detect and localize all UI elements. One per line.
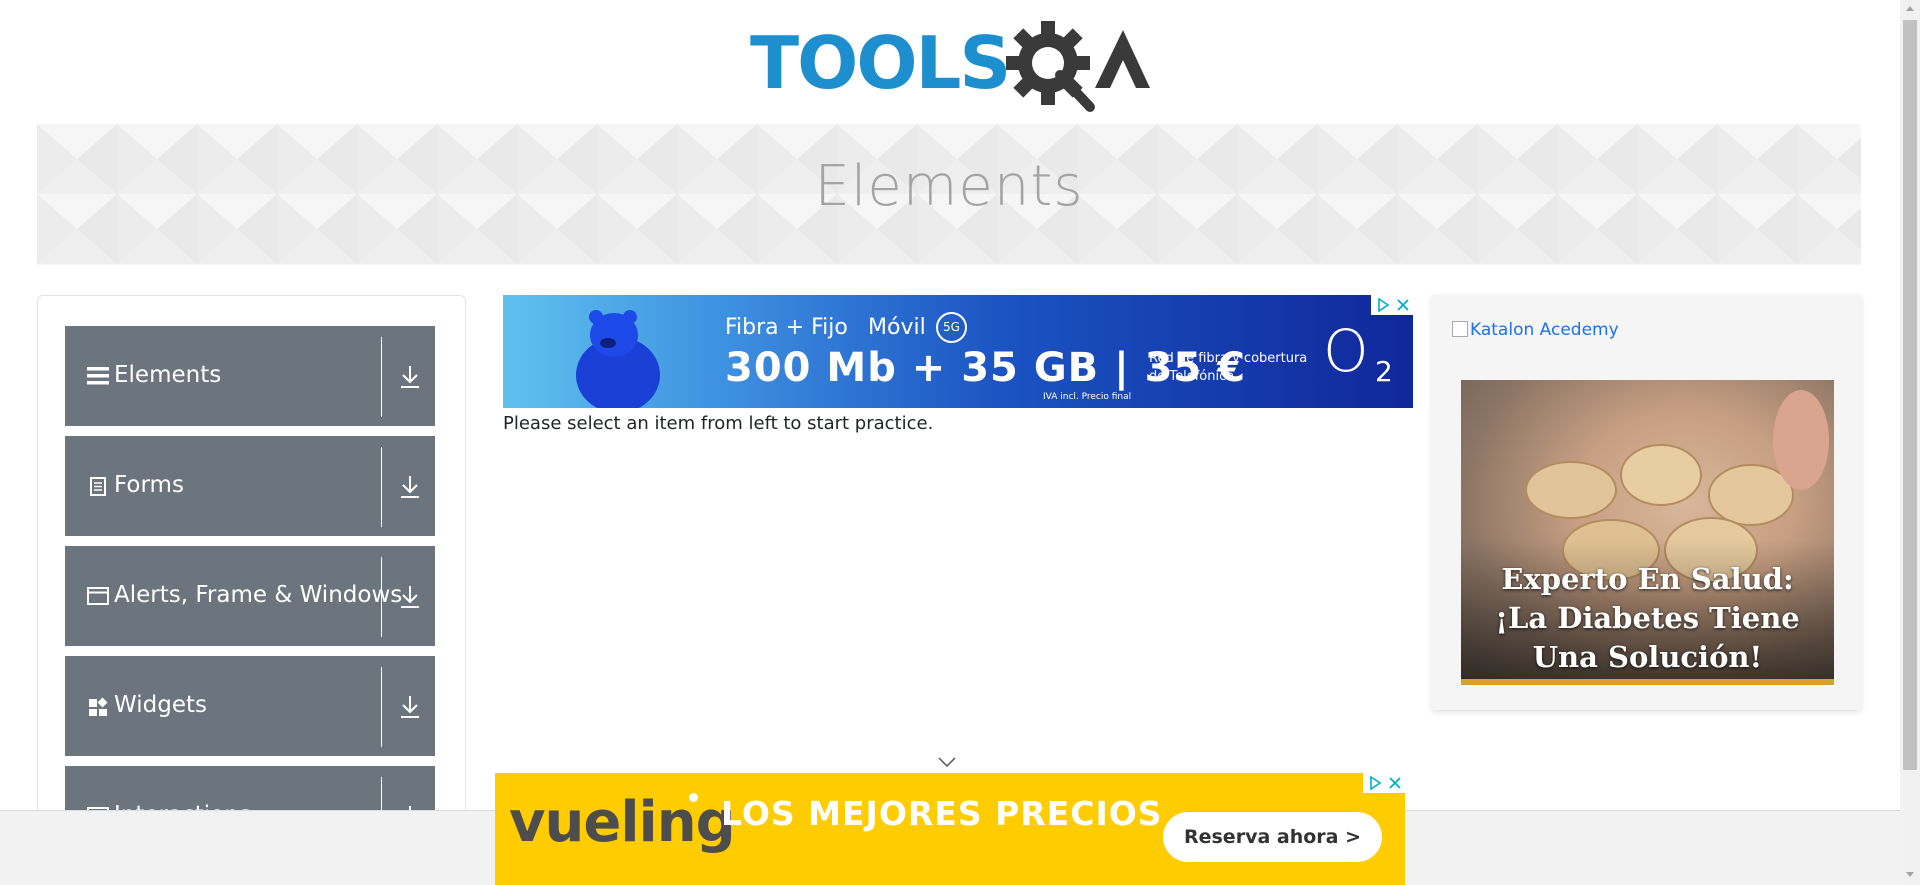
hamburger-icon: [87, 367, 109, 385]
promo-image[interactable]: Experto En Salud: ¡La Diabetes Tiene Una…: [1461, 380, 1834, 685]
right-advertisement[interactable]: Katalon Acedemy Experto En Salud: ¡La Di…: [1432, 295, 1861, 710]
separator: [381, 337, 382, 417]
group-header-widgets[interactable]: Widgets: [65, 656, 435, 756]
adchoices-icon[interactable]: [1367, 775, 1383, 791]
reserva-button[interactable]: Reserva ahora >: [1163, 812, 1382, 862]
group-header-alerts[interactable]: Alerts, Frame & Windows: [65, 546, 435, 646]
promo-headline: Experto En Salud: ¡La Diabetes Tiene Una…: [1495, 562, 1800, 674]
logo-a-glyph: [1095, 30, 1150, 88]
practice-message: Please select an item from left to start…: [503, 413, 934, 434]
katalon-ad-link[interactable]: Katalon Acedemy: [1452, 320, 1619, 340]
separator: [381, 447, 382, 527]
gear-icon: [1006, 21, 1095, 112]
ad-5g-badge: 5G: [936, 312, 967, 343]
logo-tools-text: TOOLS: [750, 21, 1009, 105]
scroll-down-arrow-icon[interactable]: [1904, 868, 1916, 880]
chevron-down-icon[interactable]: [937, 756, 957, 768]
katalon-alt-text: Katalon Acedemy: [1470, 320, 1619, 340]
window-icon: [87, 587, 109, 605]
ad-fine-print: IVA incl. Precio final: [1043, 392, 1132, 402]
group-header-forms[interactable]: Forms: [65, 436, 435, 536]
ad-slogan: LOS MEJORES PRECIOS: [721, 794, 1163, 833]
download-icon: [401, 696, 419, 718]
download-icon: [401, 476, 419, 498]
download-icon: [401, 586, 419, 608]
page-banner: Elements: [37, 124, 1861, 265]
separator: [381, 667, 382, 747]
bear-mascot-image: [576, 310, 660, 408]
ad-o2-subscript: 2: [1375, 355, 1393, 388]
group-label: Forms: [114, 472, 184, 498]
group-header-elements[interactable]: Elements: [65, 326, 435, 426]
scrollbar-thumb[interactable]: [1903, 20, 1917, 770]
broken-image-icon: [1452, 321, 1468, 337]
vertical-scrollbar[interactable]: [1900, 0, 1920, 885]
ad-choices[interactable]: [1371, 295, 1413, 315]
promo-accent-bar: [1461, 679, 1834, 685]
left-panel: Elements Forms Alerts, Frame & Windows W…: [37, 295, 466, 866]
scroll-up-arrow-icon[interactable]: [1904, 3, 1916, 15]
download-icon: [401, 366, 419, 388]
vueling-logo-dot: [689, 793, 698, 802]
top-advertisement[interactable]: Fibra + Fijo Móvil 5G 300 Mb + 35 GB | 3…: [503, 295, 1413, 408]
ad-o2-logo: O: [1323, 317, 1369, 385]
document-icon: [90, 477, 106, 496]
ad-choices[interactable]: [1363, 773, 1405, 793]
ad-movil-text: Móvil: [868, 315, 926, 340]
toolsqa-logo[interactable]: TOOLS: [750, 18, 1155, 113]
adchoices-icon[interactable]: [1375, 297, 1391, 313]
close-icon[interactable]: [1395, 297, 1411, 313]
ad-coverage-text: Red de fibra y cobertura de Telefónica: [1149, 351, 1308, 384]
vueling-logo: vueling: [509, 790, 736, 855]
bottom-advertisement[interactable]: vueling LOS MEJORES PRECIOS Reserva ahor…: [495, 773, 1405, 885]
widgets-icon: [89, 697, 108, 716]
separator: [381, 557, 382, 637]
close-icon[interactable]: [1387, 775, 1403, 791]
group-label: Widgets: [114, 692, 207, 718]
ad-fibra-text: Fibra + Fijo: [725, 315, 848, 340]
logo-graphic: TOOLS: [750, 21, 1150, 112]
page-title: Elements: [814, 154, 1084, 219]
group-label: Elements: [114, 362, 222, 388]
group-label: Alerts, Frame & Windows: [114, 582, 403, 608]
